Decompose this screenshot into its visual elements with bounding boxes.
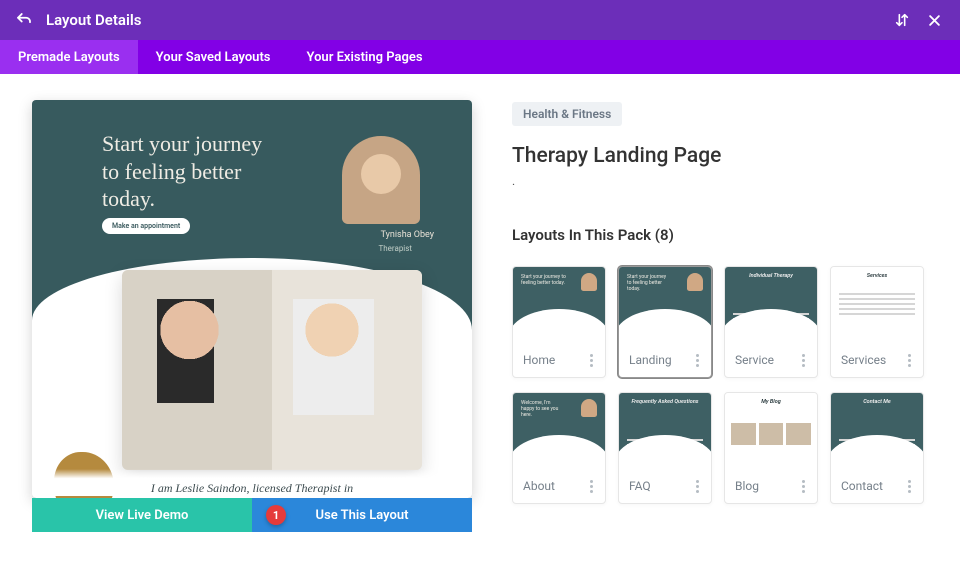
hero-line: today. — [102, 185, 262, 213]
more-icon[interactable] — [795, 478, 811, 494]
preview-column: Start your journey to feeling better tod… — [32, 100, 472, 532]
use-this-layout-button[interactable]: 1 Use This Layout — [252, 498, 472, 532]
layout-card-label: FAQ — [629, 479, 651, 493]
tab-saved-layouts[interactable]: Your Saved Layouts — [138, 40, 289, 74]
view-live-demo-button[interactable]: View Live Demo — [32, 498, 252, 532]
more-icon[interactable] — [689, 478, 705, 494]
preview-portrait — [342, 136, 420, 224]
layouts-grid: Start your journey tofeeling better toda… — [512, 266, 924, 504]
tab-existing-pages[interactable]: Your Existing Pages — [289, 40, 441, 74]
topbar-title: Layout Details — [46, 11, 882, 29]
layout-preview: Start your journey to feeling better tod… — [32, 100, 472, 498]
layout-thumb: Individual Therapy — [725, 267, 817, 343]
sort-icon[interactable] — [890, 8, 914, 32]
close-icon[interactable] — [922, 8, 946, 32]
preview-cta-pill: Make an appointment — [102, 218, 190, 234]
more-icon[interactable] — [901, 352, 917, 368]
tabs: Premade Layouts Your Saved Layouts Your … — [0, 40, 960, 74]
details-column: Health & Fitness Therapy Landing Page . … — [512, 100, 924, 532]
layout-thumb: Start your journey tofeeling better toda… — [513, 267, 605, 343]
tab-premade-layouts[interactable]: Premade Layouts — [0, 40, 138, 74]
category-chip[interactable]: Health & Fitness — [512, 102, 622, 126]
layout-card-landing[interactable]: Start your journeyto feeling bettertoday… — [618, 266, 712, 378]
layout-card-label: Blog — [735, 479, 759, 493]
layout-thumb: Start your journeyto feeling bettertoday… — [619, 267, 711, 343]
layout-card-label: About — [523, 479, 555, 493]
layout-thumb: Welcome, I'mhappy to see youhere. — [513, 393, 605, 469]
hero-line: to feeling better — [102, 158, 262, 186]
more-icon[interactable] — [583, 478, 599, 494]
more-icon[interactable] — [583, 352, 599, 368]
layout-card-blog[interactable]: My Blog Blog — [724, 392, 818, 504]
more-icon[interactable] — [901, 478, 917, 494]
layout-card-home[interactable]: Start your journey tofeeling better toda… — [512, 266, 606, 378]
layout-card-label: Service — [735, 353, 774, 367]
layout-card-label: Services — [841, 353, 886, 367]
layout-card-label: Landing — [629, 353, 672, 367]
use-layout-label: Use This Layout — [316, 508, 409, 523]
preview-actions: View Live Demo 1 Use This Layout — [32, 498, 472, 532]
preview-person-name: Tynisha Obey — [381, 230, 434, 240]
layout-card-label: Home — [523, 353, 555, 367]
back-icon[interactable] — [14, 10, 34, 30]
preview-person-role: Therapist — [378, 244, 412, 253]
layout-thumb: My Blog — [725, 393, 817, 469]
layout-card-about[interactable]: Welcome, I'mhappy to see youhere. About — [512, 392, 606, 504]
layout-card-label: Contact — [841, 479, 883, 493]
hero-line: Start your journey — [102, 130, 262, 158]
layout-thumb: Contact Me — [831, 393, 923, 469]
more-icon[interactable] — [689, 352, 705, 368]
layout-card-faq[interactable]: Frequently Asked Questions FAQ — [618, 392, 712, 504]
page-subline: . — [512, 174, 924, 188]
layout-thumb: Frequently Asked Questions — [619, 393, 711, 469]
preview-hero-text: Start your journey to feeling better tod… — [102, 130, 262, 213]
topbar: Layout Details — [0, 0, 960, 40]
preview-caption: I am Leslie Saindon, licensed Therapist … — [32, 469, 472, 496]
step-badge: 1 — [266, 505, 286, 525]
more-icon[interactable] — [795, 352, 811, 368]
layout-thumb: Services — [831, 267, 923, 343]
layout-card-contact[interactable]: Contact Me Contact — [830, 392, 924, 504]
layout-card-service[interactable]: Individual Therapy Service — [724, 266, 818, 378]
content: Start your journey to feeling better tod… — [0, 74, 960, 532]
page-title: Therapy Landing Page — [512, 144, 924, 168]
layout-card-services[interactable]: Services Services — [830, 266, 924, 378]
preview-photo — [122, 270, 422, 470]
pack-title: Layouts In This Pack (8) — [512, 226, 924, 244]
